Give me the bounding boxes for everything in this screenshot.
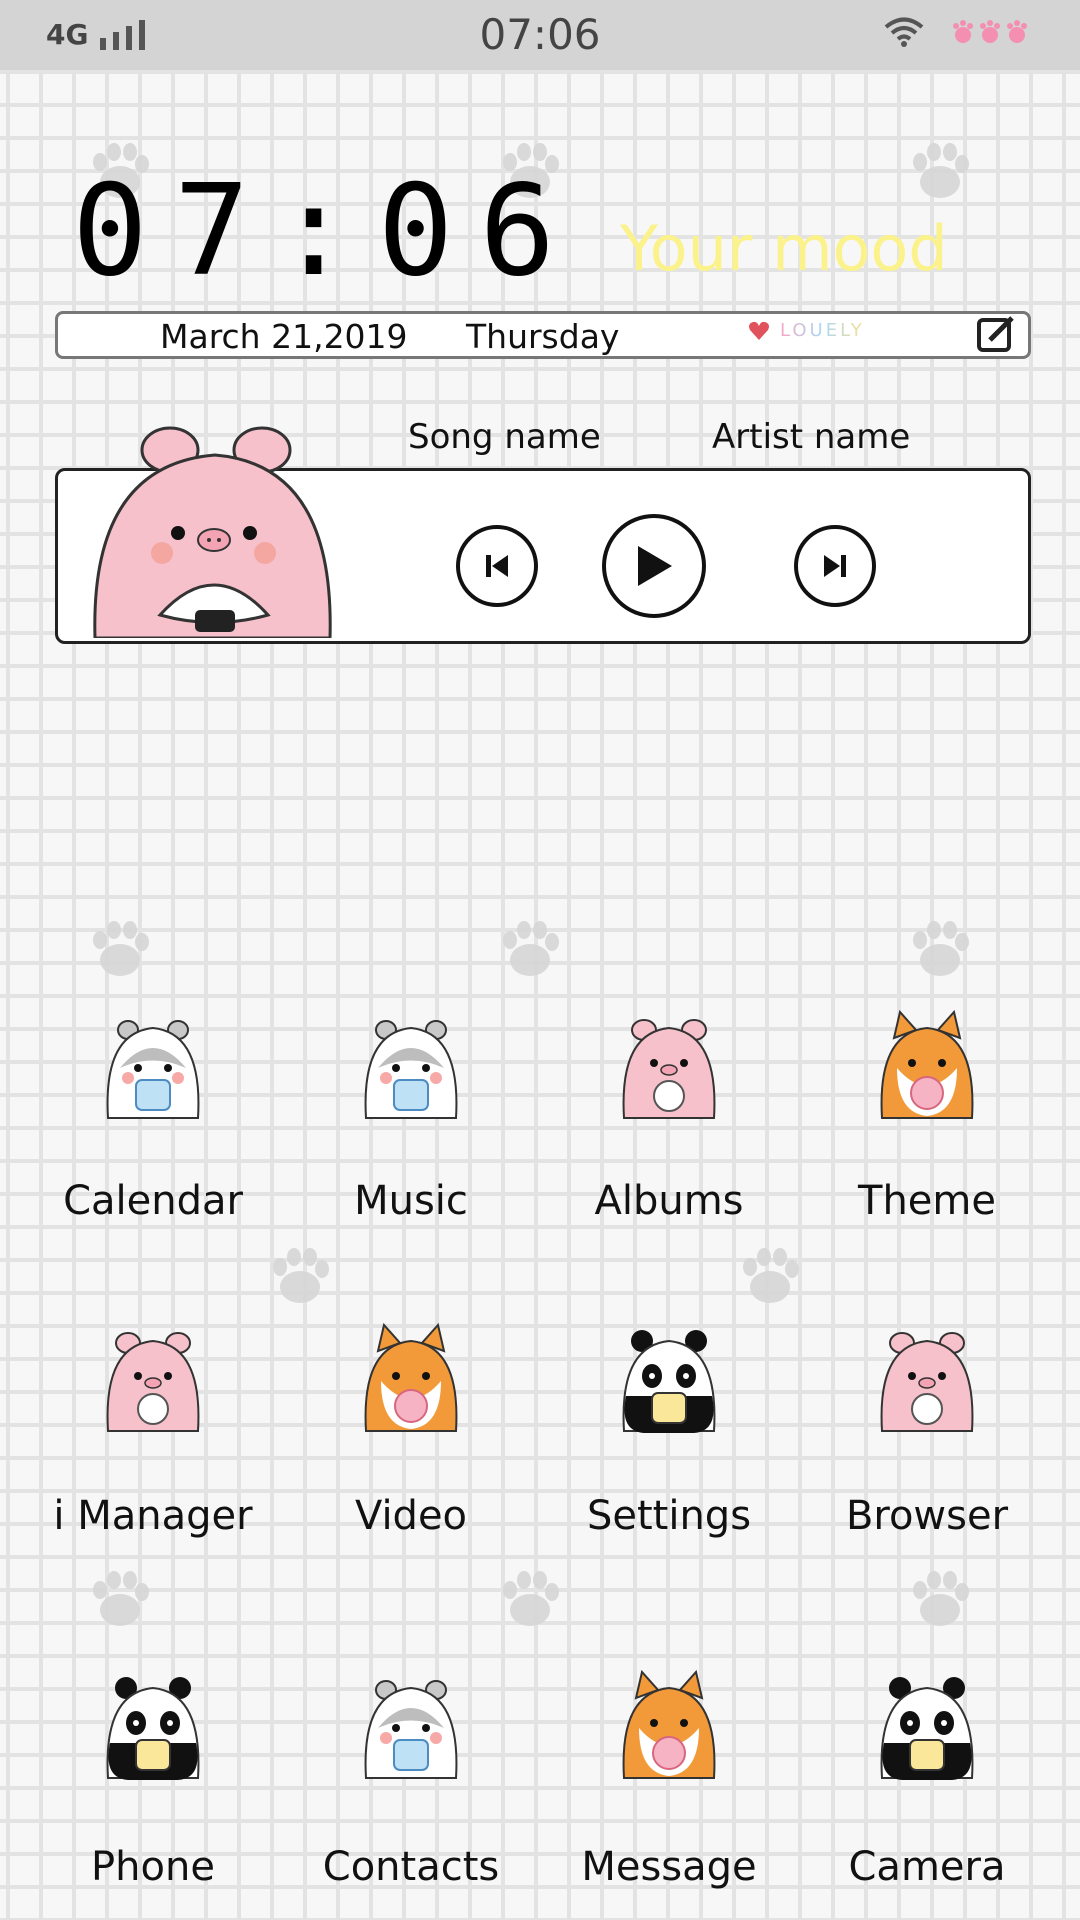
pig-manager-icon [106,1332,200,1432]
app-theme[interactable]: Theme [802,1008,1052,1224]
app-browser[interactable]: Browser [802,1321,1052,1539]
pig-mascot-icon [93,426,332,638]
weekday-label: Thursday [466,317,620,356]
app-message[interactable]: Message [544,1668,794,1890]
app-label: Albums [594,1178,744,1224]
panda-phone-icon [106,1677,200,1780]
shiba-message-icon [622,1669,716,1779]
lovely-text: LOUELY [780,320,865,341]
paw-print-icon [93,921,149,976]
paw-battery-icon [953,20,1027,43]
play-button[interactable] [602,514,706,618]
signal-icon [100,19,146,50]
pig-browser-icon [880,1332,974,1432]
app-label: Camera [848,1844,1006,1890]
paw-print-icon [913,1571,969,1626]
paw-print-icon [743,1248,799,1303]
date-label: March 21,2019 [160,317,408,356]
hamster-contacts-icon [364,1680,458,1779]
app-contacts[interactable]: Contacts [286,1668,536,1890]
panda-camera-icon [880,1677,974,1780]
app-camera[interactable]: Camera [802,1668,1052,1890]
mood-label[interactable]: Your mood [620,212,948,285]
app-label: Theme [858,1178,996,1224]
paw-print-icon [913,143,969,198]
panda-settings-icon [622,1330,716,1433]
hamster-music-icon [364,1020,458,1119]
paw-print-icon [913,921,969,976]
pig-albums-icon [622,1019,716,1119]
next-button[interactable] [794,525,876,607]
previous-icon [486,555,508,577]
wifi-icon [884,17,924,47]
song-name: Song name [408,417,601,457]
shiba-video-icon [364,1322,458,1432]
network-indicator: 4G [46,18,152,51]
app-albums[interactable]: Albums [544,1008,794,1224]
app-label: Phone [91,1844,215,1890]
app-label: Music [354,1178,468,1224]
heart-icon [749,321,769,340]
date-bar: March 21,2019 Thursday LOUELY [55,311,1031,359]
shiba-theme-icon [880,1009,974,1119]
app-label: i Manager [53,1493,253,1539]
app-calendar[interactable]: Calendar [28,1008,278,1224]
app-label: Contacts [322,1844,500,1890]
previous-button[interactable] [456,525,538,607]
app-i-manager[interactable]: i Manager [28,1321,278,1539]
app-label: Browser [845,1493,1009,1539]
app-video[interactable]: Video [286,1321,536,1539]
app-label: Video [354,1493,468,1539]
widget-clock[interactable]: 07:06 [72,168,581,294]
paw-print-icon [93,1571,149,1626]
app-music[interactable]: Music [286,1008,536,1224]
artist-name: Artist name [712,417,911,457]
app-phone[interactable]: Phone [28,1668,278,1890]
play-icon [638,546,672,586]
app-label: Message [581,1844,757,1890]
paw-print-icon [273,1248,329,1303]
next-icon [824,555,846,577]
lovely-sticker: LOUELY [748,320,865,341]
app-settings[interactable]: Settings [544,1321,794,1539]
paw-print-icon [503,921,559,976]
network-type: 4G [46,18,89,51]
paw-print-icon [503,1571,559,1626]
app-label: Calendar [63,1178,243,1224]
status-bar: 4G 07:06 [0,0,1080,70]
edit-icon[interactable] [976,316,1016,354]
app-label: Settings [586,1493,752,1539]
hamster-calendar-icon [106,1020,200,1119]
